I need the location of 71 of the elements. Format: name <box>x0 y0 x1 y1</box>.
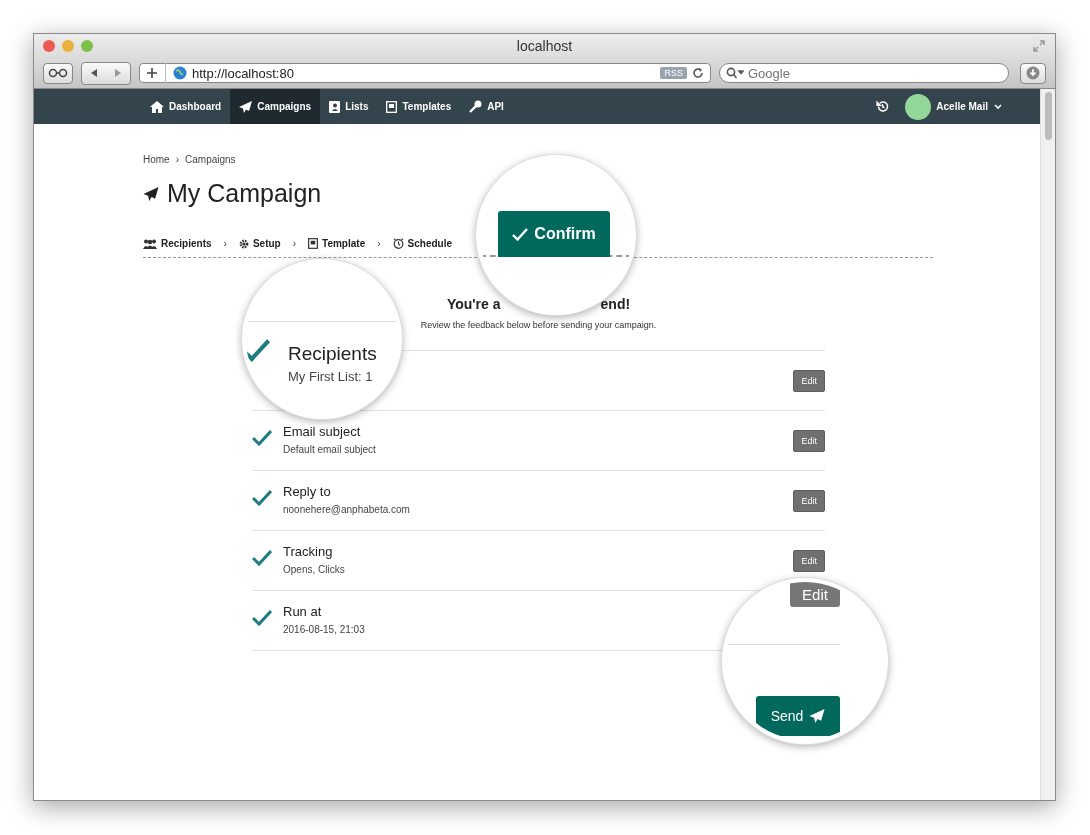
glasses-icon <box>48 68 68 78</box>
download-button[interactable] <box>1020 62 1046 84</box>
edit-button[interactable]: Edit <box>793 489 825 512</box>
step-separator: › <box>223 238 227 249</box>
review-item-title: Run at <box>283 604 322 619</box>
zoom-icon[interactable] <box>81 40 93 52</box>
review-item-detail: 2016-08-15, 21:03 <box>283 624 365 635</box>
review-item-detail: Default email subject <box>283 444 376 455</box>
contact-book-icon <box>329 100 341 113</box>
nav-item[interactable]: Lists <box>320 89 378 124</box>
search-icon <box>726 67 744 79</box>
paper-plane-icon <box>143 186 159 201</box>
alarm-clock-icon <box>392 238 404 249</box>
step-separator: › <box>292 238 297 249</box>
back-icon[interactable] <box>90 68 98 78</box>
review-heading: end! <box>600 296 631 312</box>
check-icon <box>512 227 529 241</box>
template-icon <box>308 238 319 249</box>
paper-plane-icon <box>809 709 826 723</box>
user-avatar[interactable] <box>905 93 932 120</box>
step-separator: › <box>377 238 381 249</box>
fullscreen-icon[interactable] <box>1033 40 1045 52</box>
page-title: My Campaign <box>167 179 322 208</box>
address-field[interactable]: http://localhost:80 RSS <box>139 63 711 83</box>
review-item-detail: noonehere@anphabeta.com <box>283 504 410 515</box>
paper-plane-icon <box>239 100 253 113</box>
history-icon[interactable] <box>876 100 890 113</box>
send-button[interactable]: Send <box>756 696 840 736</box>
edit-button[interactable]: Edit <box>793 429 825 452</box>
breadcrumb-link[interactable]: Campaigns <box>185 154 236 165</box>
step-link[interactable]: Schedule <box>392 238 453 249</box>
step-link[interactable]: Setup <box>238 238 281 249</box>
review-item-detail: Opens, Clicks <box>283 564 345 575</box>
template-icon <box>386 100 398 113</box>
forward-icon[interactable] <box>114 68 122 78</box>
back-forward-button[interactable] <box>81 61 131 85</box>
people-icon <box>143 238 157 249</box>
key-icon <box>469 100 483 113</box>
close-icon[interactable] <box>43 40 55 52</box>
review-item-title: Tracking <box>283 544 333 559</box>
house-icon <box>150 100 164 113</box>
globe-icon <box>173 66 187 80</box>
search-field[interactable]: Google <box>719 63 1009 83</box>
reload-icon[interactable] <box>692 67 704 79</box>
nav-item[interactable]: Templates <box>377 89 461 124</box>
scrollbar[interactable] <box>1040 89 1055 800</box>
nav-item[interactable]: API <box>460 89 513 124</box>
user-menu[interactable]: Acelle Mail <box>936 101 1002 112</box>
edit-button[interactable]: Edit <box>793 549 825 572</box>
plus-icon[interactable] <box>146 67 158 79</box>
nav-item[interactable]: Dashboard <box>141 89 231 124</box>
window-title: localhost <box>516 38 573 54</box>
review-heading: You're a <box>446 296 501 312</box>
confirm-step-button[interactable]: Confirm <box>498 211 610 257</box>
step-link[interactable]: Recipients <box>143 238 212 249</box>
review-item-title: Email subject <box>283 424 361 439</box>
gear-icon <box>238 238 249 249</box>
reader-button[interactable] <box>43 62 73 84</box>
download-icon <box>1026 66 1040 80</box>
review-subtitle: Review the feedback below before sending your campaign. <box>419 320 658 330</box>
caret-icon <box>994 103 1002 110</box>
review-item-detail: My First List: 1 <box>288 369 373 384</box>
breadcrumb-link[interactable]: Home <box>143 154 170 165</box>
url-text: http://localhost:80 <box>192 65 295 81</box>
nav-item[interactable]: Campaigns <box>230 89 321 124</box>
review-item-title: Recipients <box>288 343 377 365</box>
review-item-title: Reply to <box>283 484 331 499</box>
breadcrumb-separator: › <box>175 154 180 165</box>
edit-button[interactable]: Edit <box>793 369 825 392</box>
edit-button[interactable]: Edit <box>790 582 840 607</box>
step-link[interactable]: Template <box>308 238 366 249</box>
